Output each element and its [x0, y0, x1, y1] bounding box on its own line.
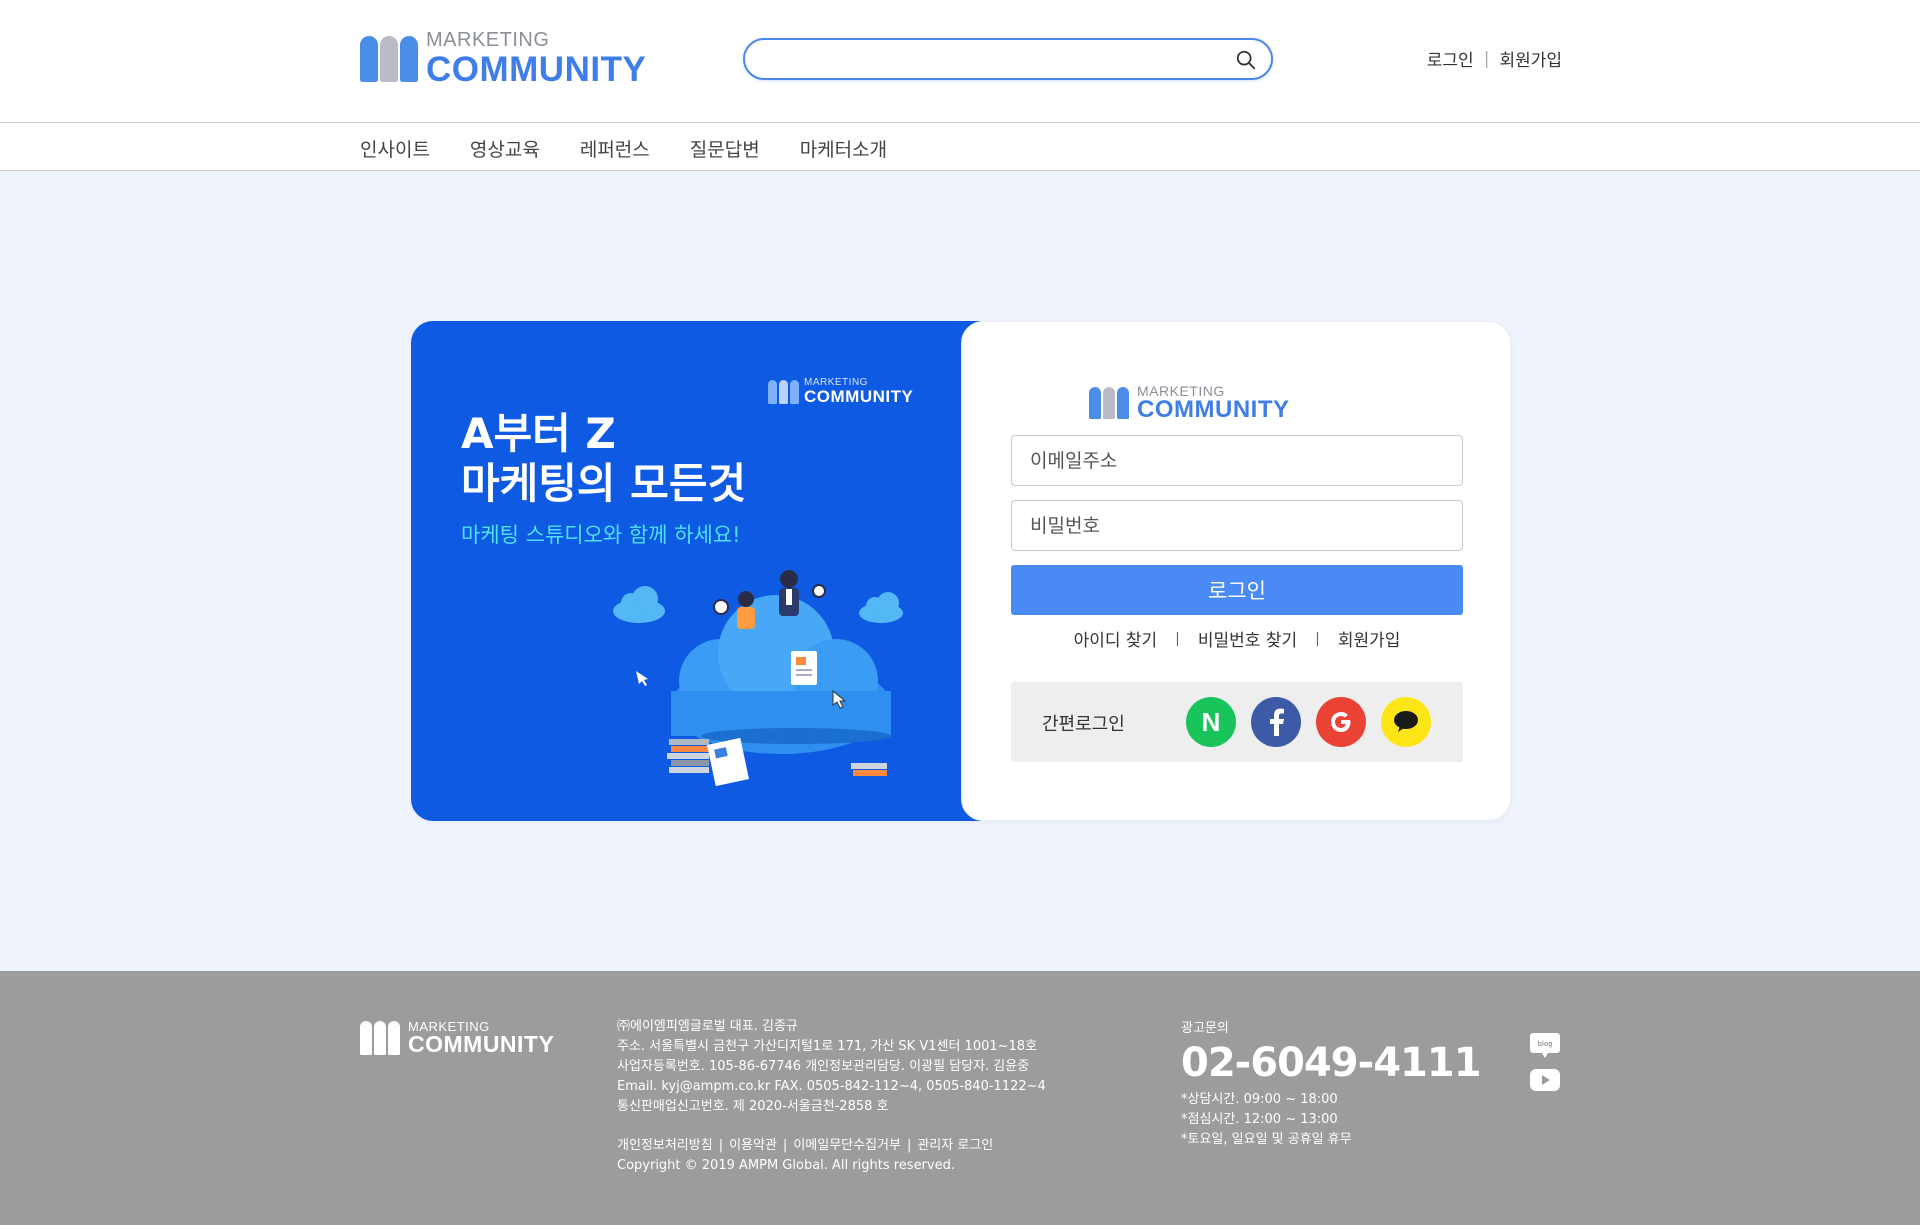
- logo-mark-icon: [1089, 387, 1129, 419]
- google-login-button[interactable]: [1316, 697, 1366, 747]
- blog-icon-text: blog: [1538, 1041, 1553, 1048]
- promo-title-line2: 마케팅의 모든것: [461, 459, 747, 508]
- admin-login-link[interactable]: 관리자 로그인: [917, 1138, 993, 1153]
- account-links-divider: |: [1175, 630, 1180, 647]
- nav-item-marketer-intro[interactable]: 마케터소개: [800, 135, 887, 162]
- login-form-panel: MARKETING COMMUNITY 로그인 아이디 찾기 | 비밀번호 찾기…: [961, 321, 1511, 821]
- form-logo: MARKETING COMMUNITY: [1089, 384, 1289, 422]
- site-logo[interactable]: MARKETING COMMUNITY: [360, 30, 646, 87]
- ad-contact: 광고문의 02-6049-4111 *상담시간. 09:00 ~ 18:00 *…: [1181, 1017, 1482, 1150]
- kakao-login-button[interactable]: [1381, 697, 1431, 747]
- header-login-link[interactable]: 로그인: [1427, 46, 1474, 71]
- footer-links-divider: |: [718, 1138, 724, 1153]
- header: MARKETING COMMUNITY 로그인 | 회원가입: [0, 0, 1920, 122]
- footer: MARKETING COMMUNITY ㈜에이엠피엠글로벌 대표. 김종규 주소…: [0, 971, 1920, 1225]
- consult-hours: *상담시간. 09:00 ~ 18:00: [1181, 1092, 1338, 1107]
- promo-panel: MARKETING COMMUNITY A부터 Z 마케팅의 모든것 마케팅 스…: [411, 321, 981, 821]
- ad-contact-phone: 02-6049-4111: [1181, 1040, 1482, 1086]
- kakao-talk-icon: [1394, 711, 1418, 732]
- login-button[interactable]: 로그인: [1011, 565, 1463, 615]
- find-id-link[interactable]: 아이디 찾기: [1074, 626, 1158, 651]
- email-field[interactable]: [1012, 436, 1462, 485]
- youtube-icon[interactable]: [1530, 1069, 1560, 1091]
- sns-links: blog: [1530, 1033, 1560, 1091]
- find-password-link[interactable]: 비밀번호 찾기: [1198, 626, 1297, 651]
- social-login-label: 간편로그인: [1042, 714, 1125, 735]
- search-bar: [743, 38, 1273, 80]
- promo-title-line1: A부터 Z: [461, 409, 616, 458]
- logo-mark-icon: [768, 379, 799, 404]
- email-collection-refusal-link[interactable]: 이메일무단수집거부: [793, 1138, 901, 1153]
- email-field-wrapper: [1011, 435, 1463, 486]
- company-info: ㈜에이엠피엠글로벌 대표. 김종규 주소. 서울특별시 금천구 가산디지털1로 …: [617, 1017, 1046, 1117]
- footer-links-divider: |: [782, 1138, 788, 1153]
- search-input[interactable]: [763, 40, 1233, 78]
- search-icon[interactable]: [1235, 49, 1257, 71]
- password-field[interactable]: [1012, 501, 1462, 550]
- logo-text-big: COMMUNITY: [1137, 396, 1290, 423]
- naver-icon: N: [1201, 706, 1221, 737]
- logo-text-small: MARKETING: [426, 29, 550, 51]
- naver-login-button[interactable]: N: [1186, 697, 1236, 747]
- holiday-notice: *토요일, 일요일 및 공휴일 휴무: [1181, 1132, 1352, 1147]
- company-email-line: Email. kyj@ampm.co.kr FAX. 0505-842-112~…: [617, 1079, 1046, 1094]
- logo-mark-icon: [360, 1021, 400, 1055]
- ad-contact-label: 광고문의: [1181, 1021, 1229, 1036]
- company-address-line: 주소. 서울특별시 금천구 가산디지털1로 171, 가산 SK V1센터 10…: [617, 1039, 1038, 1054]
- logo-text-big: COMMUNITY: [408, 1031, 555, 1057]
- header-links-divider: |: [1483, 48, 1490, 69]
- nav-item-qna[interactable]: 질문답변: [690, 135, 760, 162]
- header-signup-link[interactable]: 회원가입: [1499, 46, 1562, 71]
- google-icon: [1331, 712, 1351, 732]
- password-field-wrapper: [1011, 500, 1463, 551]
- account-links-divider: |: [1315, 630, 1320, 647]
- promo-logo: MARKETING COMMUNITY: [768, 378, 913, 405]
- footer-logo: MARKETING COMMUNITY: [360, 1020, 554, 1056]
- copyright: Copyright © 2019 AMPM Global. All rights…: [617, 1158, 955, 1173]
- account-links: 아이디 찾기 | 비밀번호 찾기 | 회원가입: [1011, 626, 1463, 652]
- facebook-icon: [1270, 708, 1284, 736]
- company-registration-line: 사업자등록번호. 105-86-67746 개인정보관리담당. 이광필 담당자.…: [617, 1059, 1030, 1074]
- promo-title: A부터 Z 마케팅의 모든것: [461, 409, 746, 509]
- login-card: MARKETING COMMUNITY A부터 Z 마케팅의 모든것 마케팅 스…: [411, 321, 1511, 821]
- privacy-policy-link[interactable]: 개인정보처리방침: [617, 1138, 713, 1153]
- nav-item-video-education[interactable]: 영상교육: [470, 135, 540, 162]
- nav-item-insight[interactable]: 인사이트: [360, 135, 430, 162]
- signup-link[interactable]: 회원가입: [1338, 626, 1401, 651]
- social-login-box: 간편로그인 N: [1011, 682, 1463, 762]
- cloud-team-illustration: [613, 570, 903, 787]
- header-links: 로그인 | 회원가입: [1427, 46, 1562, 72]
- logo-text-big: COMMUNITY: [426, 50, 647, 89]
- facebook-login-button[interactable]: [1251, 697, 1301, 747]
- footer-links-divider: |: [906, 1138, 912, 1153]
- logo-mark-icon: [360, 35, 418, 82]
- company-name-line: ㈜에이엠피엠글로벌 대표. 김종규: [617, 1019, 798, 1034]
- terms-link[interactable]: 이용약관: [729, 1138, 777, 1153]
- lunch-hours: *점심시간. 12:00 ~ 13:00: [1181, 1112, 1338, 1127]
- footer-links: 개인정보처리방침 | 이용약관 | 이메일무단수집거부 | 관리자 로그인 Copyrigh…: [617, 1136, 993, 1176]
- blog-icon[interactable]: blog: [1530, 1033, 1560, 1059]
- main-nav: 인사이트 영상교육 레퍼런스 질문답변 마케터소개: [0, 122, 1920, 171]
- nav-item-reference[interactable]: 레퍼런스: [580, 135, 650, 162]
- logo-text-big: COMMUNITY: [804, 387, 914, 406]
- company-ecommerce-line: 통신판매업신고번호. 제 2020-서울금천-2858 호: [617, 1099, 889, 1114]
